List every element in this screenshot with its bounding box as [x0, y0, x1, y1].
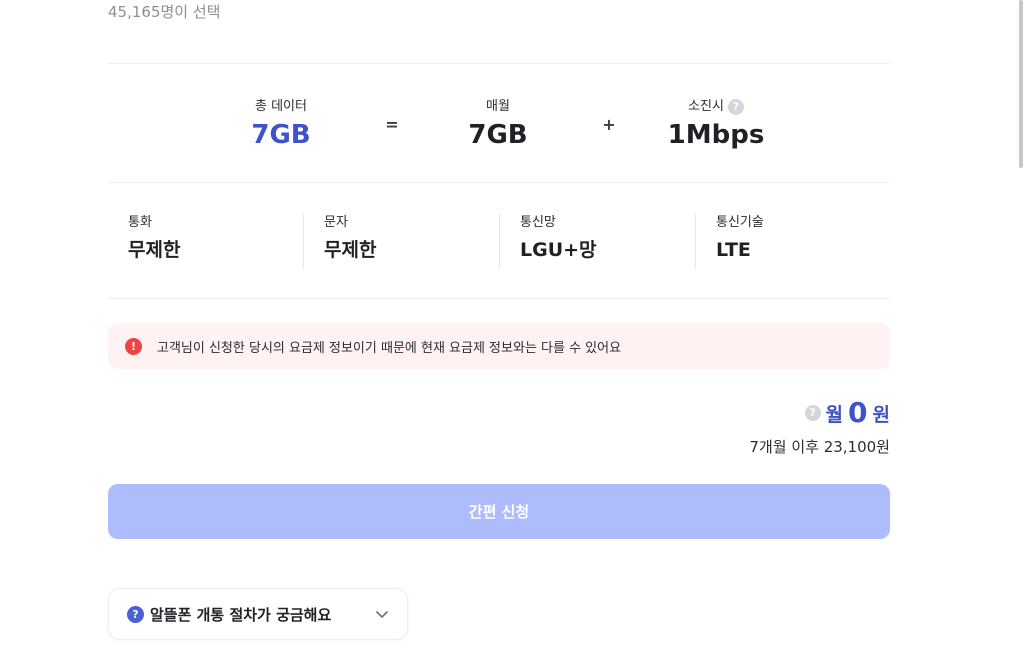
- info-icon: !: [125, 337, 142, 355]
- total-data-label: 총 데이터: [255, 99, 307, 114]
- help-icon[interactable]: ?: [727, 99, 744, 115]
- spec-call: 통화 무제한: [108, 213, 304, 269]
- spec-label: 문자: [324, 215, 348, 230]
- chevron-down-icon: [376, 611, 388, 618]
- scrollbar-thumb[interactable]: [1019, 0, 1023, 168]
- divider: [108, 63, 890, 64]
- apply-button[interactable]: 간편 신청: [108, 484, 890, 539]
- spec-label: 통신기술: [716, 215, 764, 230]
- monthly-data-label: 매월: [486, 99, 510, 114]
- divider: [108, 298, 890, 299]
- monthly-price: ? 월 0 원: [804, 396, 890, 429]
- faq-accordion[interactable]: ? 알뜰폰 개통 절차가 궁금해요: [108, 588, 408, 640]
- plan-detail-page: 45,165명이 선택 총 데이터 7GB = 매월 7GB + 소진시 ? 1…: [0, 0, 1024, 654]
- question-icon: ?: [127, 605, 144, 623]
- exhausted-speed-label: 소진시: [688, 99, 724, 114]
- notice-banner: ! 고객님이 신청한 당시의 요금제 정보이기 때문에 현재 요금제 정보와는 …: [108, 323, 890, 369]
- monthly-data: 매월 7GB: [418, 97, 578, 151]
- spec-value: 무제한: [324, 239, 377, 261]
- spec-label: 통신망: [520, 215, 556, 230]
- price-after-promo: 7개월 이후 23,100원: [749, 438, 890, 456]
- total-data-value: 7GB: [251, 120, 311, 150]
- exhausted-speed-value: 1Mbps: [667, 120, 765, 150]
- spec-value: 무제한: [128, 239, 181, 261]
- exhausted-speed: 소진시 ? 1Mbps: [636, 97, 796, 151]
- spec-technology: 통신기술 LTE: [695, 213, 891, 269]
- data-summary: 총 데이터 7GB = 매월 7GB + 소진시 ? 1Mbps: [108, 97, 890, 153]
- spec-value: LTE: [716, 239, 751, 261]
- plus-sign: +: [602, 115, 616, 134]
- monthly-data-value: 7GB: [468, 120, 528, 150]
- scrollbar[interactable]: [1018, 0, 1024, 654]
- price-prefix: 월: [825, 403, 844, 426]
- spec-value: LGU+망: [520, 239, 597, 261]
- spec-label: 통화: [128, 215, 152, 230]
- total-data: 총 데이터 7GB: [201, 97, 361, 151]
- price-suffix: 원: [872, 403, 890, 426]
- price-help-icon[interactable]: ?: [804, 405, 821, 421]
- faq-label: 알뜰폰 개통 절차가 궁금해요: [150, 605, 332, 624]
- notice-text: 고객님이 신청한 당시의 요금제 정보이기 때문에 현재 요금제 정보와는 다를…: [157, 340, 622, 356]
- price-amount: 0: [848, 396, 868, 429]
- equals-sign: =: [385, 115, 399, 134]
- spec-network: 통신망 LGU+망: [499, 213, 695, 269]
- spec-sms: 문자 무제한: [303, 213, 499, 269]
- divider: [108, 182, 890, 183]
- selected-count: 45,165명이 선택: [108, 3, 221, 21]
- spec-grid: 통화 무제한 문자 무제한 통신망 LGU+망 통신기술 LTE: [108, 213, 890, 269]
